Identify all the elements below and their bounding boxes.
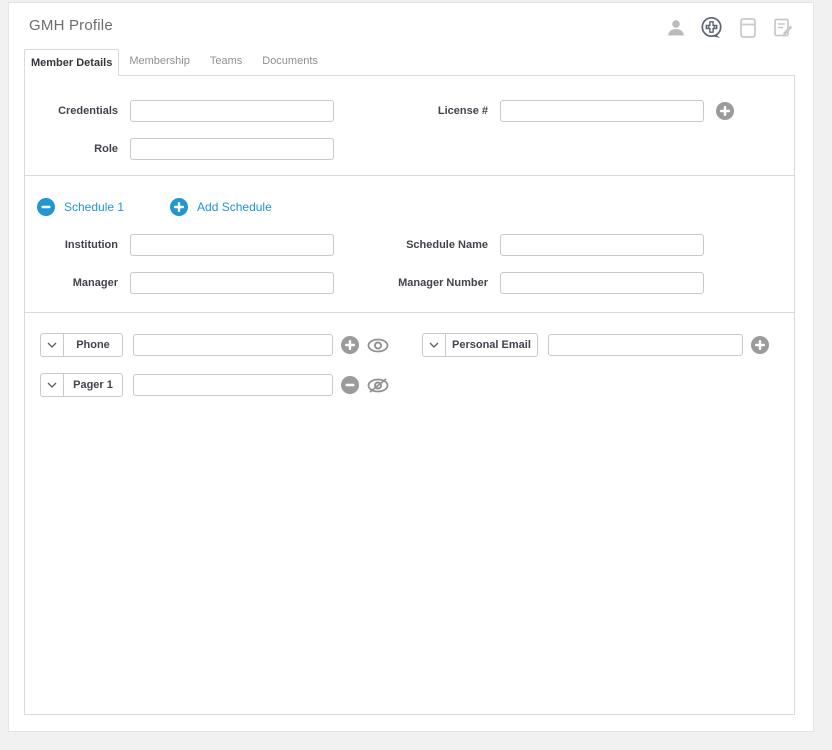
schedule-panel: Schedule 1 Add Schedule Institution Sche…: [24, 175, 795, 313]
header-icon-bar: [666, 15, 795, 41]
credentials-field-group: Credentials: [25, 100, 334, 122]
role-label: Role: [25, 143, 130, 155]
chat-plus-icon[interactable]: [699, 15, 725, 41]
pager-contact-group: Pager 1: [40, 373, 422, 397]
user-icon[interactable]: [666, 18, 686, 38]
eye-icon[interactable]: [367, 338, 389, 353]
collapse-schedule-button[interactable]: Schedule 1: [37, 198, 124, 216]
manager-number-label: Manager Number: [334, 277, 500, 289]
institution-label: Institution: [25, 239, 130, 251]
credentials-input[interactable]: [130, 100, 334, 122]
credentials-label: Credentials: [25, 105, 130, 117]
manager-number-field-group: Manager Number: [334, 272, 704, 294]
minus-icon[interactable]: [37, 198, 55, 216]
member-details-panel: Credentials License # Role: [24, 75, 795, 176]
tab-member-details[interactable]: Member Details: [24, 49, 119, 76]
institution-field-group: Institution: [25, 234, 334, 256]
eye-off-icon[interactable]: [367, 378, 389, 393]
page-title: GMH Profile: [29, 17, 113, 34]
license-field-group: License #: [334, 100, 734, 122]
role-input[interactable]: [130, 138, 334, 160]
personal-email-contact-group: Personal Email: [422, 333, 769, 357]
schedule-name-field-group: Schedule Name: [334, 234, 704, 256]
add-phone-button[interactable]: [341, 336, 359, 354]
add-schedule-button[interactable]: Add Schedule: [170, 198, 272, 216]
schedule-header: Schedule 1 Add Schedule: [25, 198, 794, 216]
schedule-title: Schedule 1: [64, 200, 124, 214]
tab-membership[interactable]: Membership: [119, 48, 200, 75]
tab-documents[interactable]: Documents: [252, 48, 328, 75]
tab-bar: Member Details Membership Teams Document…: [24, 48, 795, 75]
add-schedule-label: Add Schedule: [197, 200, 272, 214]
schedule-name-input[interactable]: [500, 234, 704, 256]
chevron-down-icon[interactable]: [41, 374, 64, 396]
add-license-button[interactable]: [716, 102, 734, 120]
notebook-icon[interactable]: [738, 16, 758, 40]
phone-input[interactable]: [133, 334, 333, 356]
contacts-panel: Phone Personal Email: [24, 312, 795, 715]
edit-note-icon[interactable]: [771, 16, 795, 40]
pager-input[interactable]: [133, 374, 333, 396]
personal-email-type-label[interactable]: Personal Email: [446, 334, 537, 356]
personal-email-input[interactable]: [548, 334, 743, 356]
license-label: License #: [334, 105, 500, 117]
personal-email-type-dropdown[interactable]: Personal Email: [422, 333, 538, 357]
plus-icon[interactable]: [170, 198, 188, 216]
license-input[interactable]: [500, 100, 704, 122]
card-header: GMH Profile: [9, 3, 813, 48]
phone-contact-group: Phone: [40, 333, 422, 357]
remove-pager-button[interactable]: [341, 376, 359, 394]
schedule-name-label: Schedule Name: [334, 239, 500, 251]
pager-type-dropdown[interactable]: Pager 1: [40, 373, 123, 397]
institution-input[interactable]: [130, 234, 334, 256]
tab-teams[interactable]: Teams: [200, 48, 252, 75]
chevron-down-icon[interactable]: [41, 334, 64, 356]
phone-type-label[interactable]: Phone: [64, 334, 122, 356]
pager-type-label[interactable]: Pager 1: [64, 374, 122, 396]
chevron-down-icon[interactable]: [423, 334, 446, 356]
manager-label: Manager: [25, 277, 130, 289]
role-field-group: Role: [25, 138, 334, 160]
profile-card: GMH Profile: [8, 2, 814, 732]
phone-type-dropdown[interactable]: Phone: [40, 333, 123, 357]
manager-number-input[interactable]: [500, 272, 704, 294]
manager-field-group: Manager: [25, 272, 334, 294]
add-email-button[interactable]: [751, 336, 769, 354]
manager-input[interactable]: [130, 272, 334, 294]
